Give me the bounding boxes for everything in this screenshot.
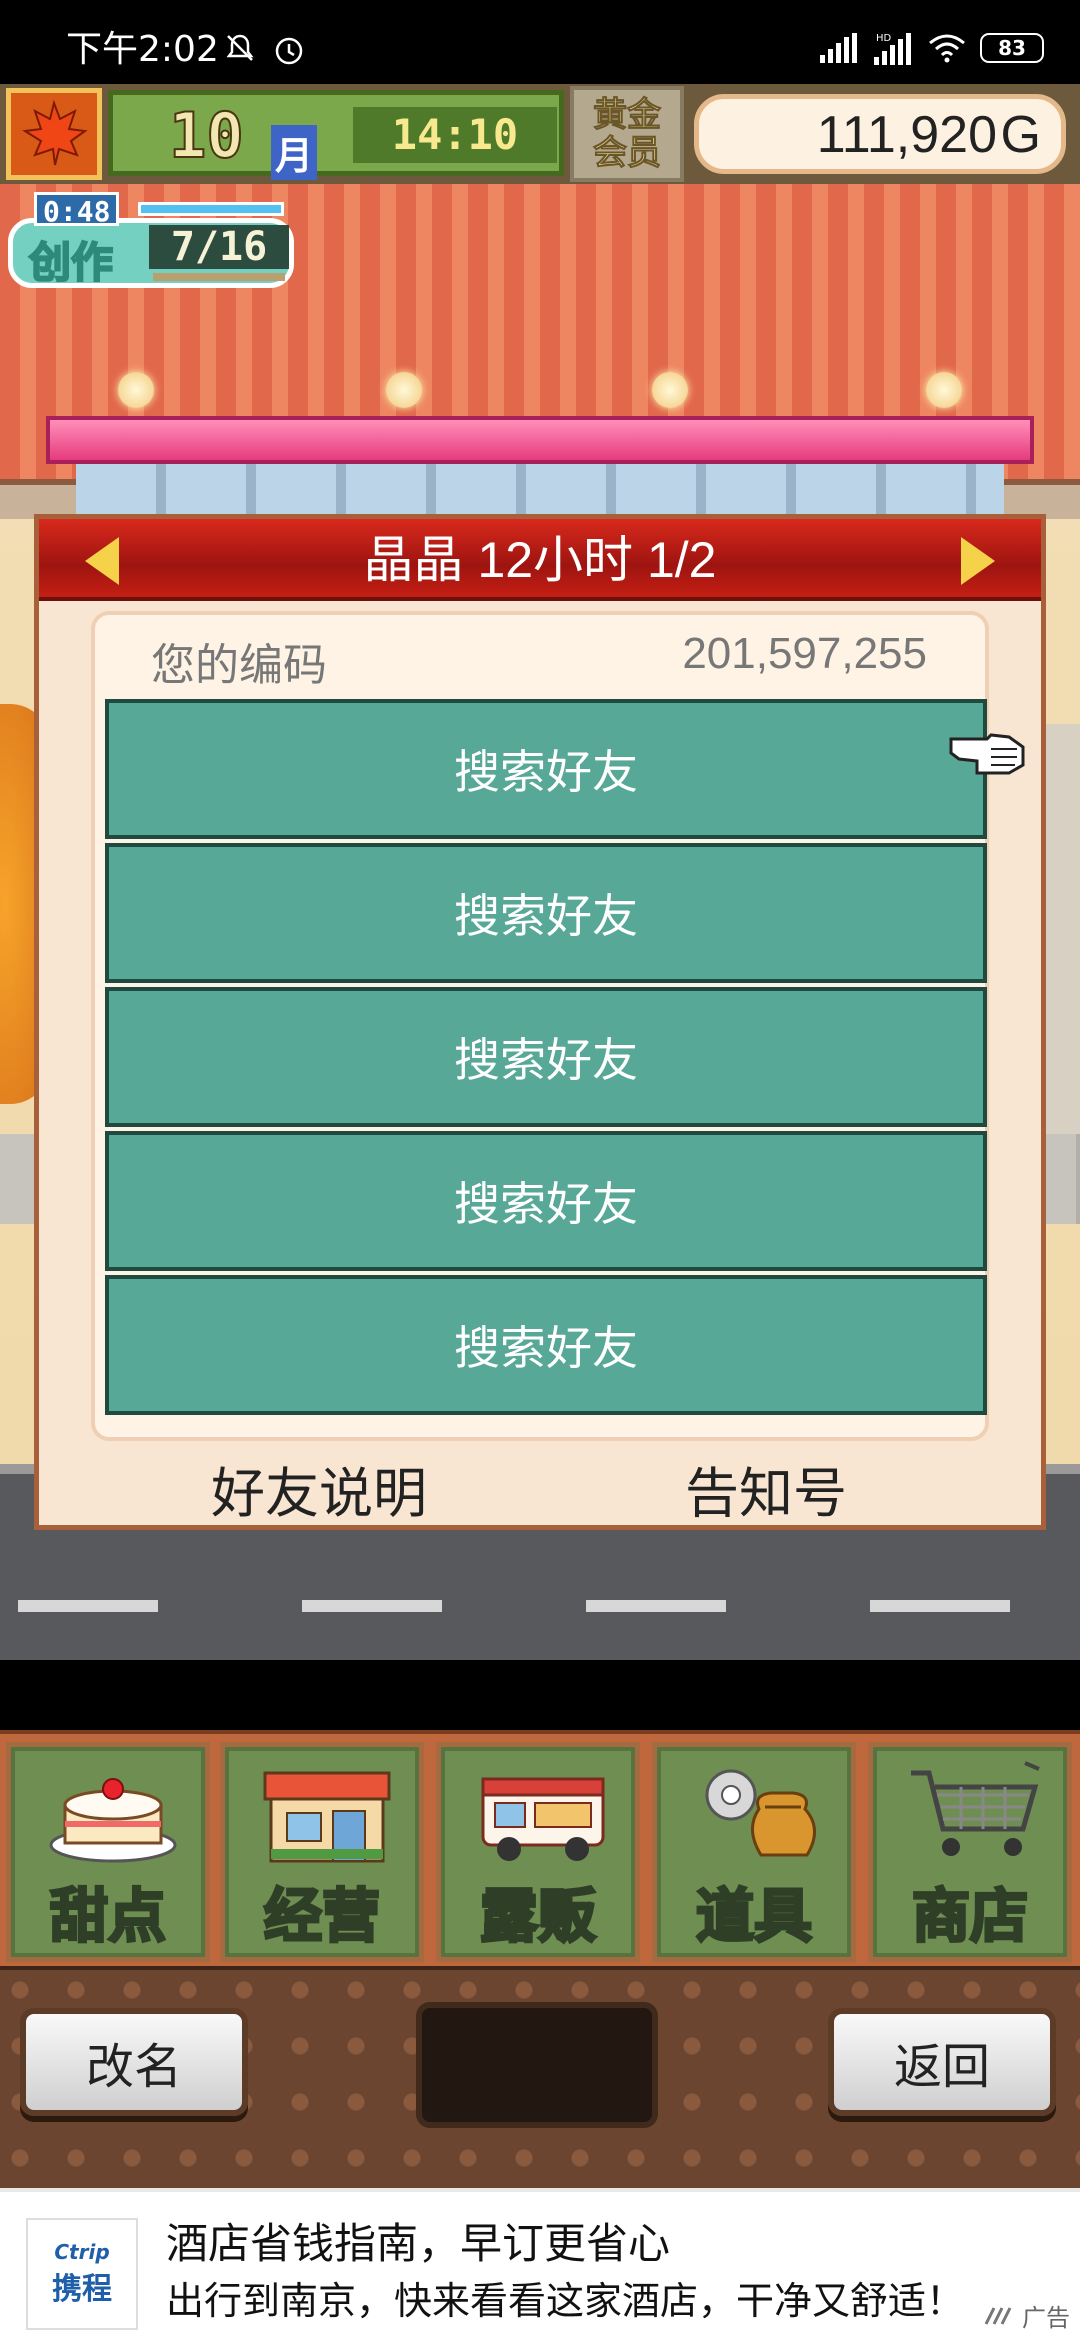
craft-timer-bar (138, 202, 284, 216)
lamp (926, 372, 962, 408)
menu-item-stall[interactable]: 露贩 (436, 1742, 640, 1962)
season-badge[interactable] (6, 88, 102, 180)
craft-progress-bar (153, 273, 285, 281)
your-code-label: 您的编码 (151, 641, 327, 690)
ad-tag: 广告 (984, 2298, 1070, 2333)
menu-item-store[interactable]: 商店 (868, 1742, 1072, 1962)
alarm-icon (275, 37, 303, 65)
friend-help-button[interactable]: 好友说明 (211, 1449, 427, 1528)
ad-description: 出行到南京，快来看看这家酒店，干净又舒适！ (166, 2281, 965, 2323)
dialog-title: 晶晶 12小时 1/2 (363, 532, 717, 588)
menu-item-dessert[interactable]: 甜点 (6, 1742, 210, 1962)
food-truck-icon (481, 1777, 605, 1861)
shopping-cart-icon (911, 1761, 1040, 1856)
cake-icon (49, 1778, 177, 1863)
bottom-menu: 甜点 经营 露贩 道具 商店 (0, 1730, 1080, 1966)
status-bar: 下午2:02 HD 83 (0, 0, 1080, 84)
control-bar: 改名 返回 (0, 1966, 1080, 2188)
friend-dialog: 晶晶 12小时 1/2 您的编码 201,597,255 搜索好友 搜索好友 搜… (34, 514, 1046, 1530)
search-friend-button[interactable]: 搜索好友 (105, 843, 987, 983)
lamp (118, 372, 154, 408)
status-time: 下午2:02 (66, 29, 219, 70)
wifi-icon (929, 34, 965, 63)
lamp (652, 372, 688, 408)
battery-level: 83 (998, 36, 1026, 60)
dialog-header: 晶晶 12小时 1/2 (39, 519, 1041, 601)
pointing-hand-icon (949, 733, 1025, 775)
month-number: 10 (168, 98, 245, 173)
signal-icon (820, 33, 857, 63)
craft-count: 7/16 (149, 225, 289, 269)
ctrip-logo: Ctrip 携程 (26, 2218, 138, 2330)
game-clock: 14:10 (353, 107, 557, 163)
friend-panel: 您的编码 201,597,255 搜索好友 搜索好友 搜索好友 搜索好友 搜索好… (91, 611, 989, 1441)
shop-icon (263, 1771, 391, 1863)
menu-label: 经营 (262, 1881, 381, 1952)
search-friend-button[interactable]: 搜索好友 (105, 1275, 987, 1415)
item-bag-icon (705, 1769, 816, 1857)
back-button[interactable]: 返回 (828, 2008, 1056, 2116)
search-friend-button[interactable]: 搜索好友 (105, 699, 987, 839)
your-code-value: 201,597,255 (682, 629, 927, 678)
ad-marker-icon (984, 2306, 1012, 2325)
lamp (386, 372, 422, 408)
menu-item-items[interactable]: 道具 (652, 1742, 856, 1962)
bell-muted-icon (226, 34, 254, 61)
maple-leaf-icon (22, 99, 88, 166)
money-display: 111,920 G (694, 94, 1066, 174)
date-panel: 10 月 14:10 (108, 90, 564, 180)
hd-signal-icon: HD (874, 33, 911, 65)
month-unit: 月 (271, 125, 318, 180)
ad-title: 酒店省钱指南，早订更省心 (166, 2220, 671, 2267)
menu-label: 道具 (694, 1881, 813, 1952)
menu-label: 露贩 (478, 1881, 597, 1952)
craft-label: 创作 (28, 237, 114, 288)
menu-label: 商店 (910, 1881, 1029, 1952)
shop-awning (46, 416, 1034, 464)
rename-button[interactable]: 改名 (20, 2008, 248, 2116)
craft-status[interactable]: 创作 7/16 0:48 (8, 192, 294, 288)
craft-timer: 0:48 (34, 192, 120, 228)
ad-banner[interactable]: Ctrip 携程 酒店省钱指南，早订更省心 出行到南京，快来看看这家酒店，干净又… (0, 2188, 1080, 2340)
money-unit: G (1000, 106, 1041, 164)
friend-list: 搜索好友 搜索好友 搜索好友 搜索好友 搜索好友 (105, 699, 987, 1419)
gold-member-badge[interactable]: 黄金 会员 (570, 86, 684, 182)
money-amount: 111,920 (816, 106, 997, 164)
menu-item-management[interactable]: 经营 (220, 1742, 424, 1962)
svg-text:HD: HD (876, 33, 892, 44)
search-friend-button[interactable]: 搜索好友 (105, 987, 987, 1127)
center-slot (416, 2002, 658, 2128)
notice-button[interactable]: 告知号 (685, 1449, 847, 1528)
menu-label: 甜点 (48, 1881, 167, 1952)
next-page-arrow-icon[interactable] (961, 537, 995, 585)
battery-icon: 83 (980, 33, 1044, 63)
search-friend-button[interactable]: 搜索好友 (105, 1131, 987, 1271)
